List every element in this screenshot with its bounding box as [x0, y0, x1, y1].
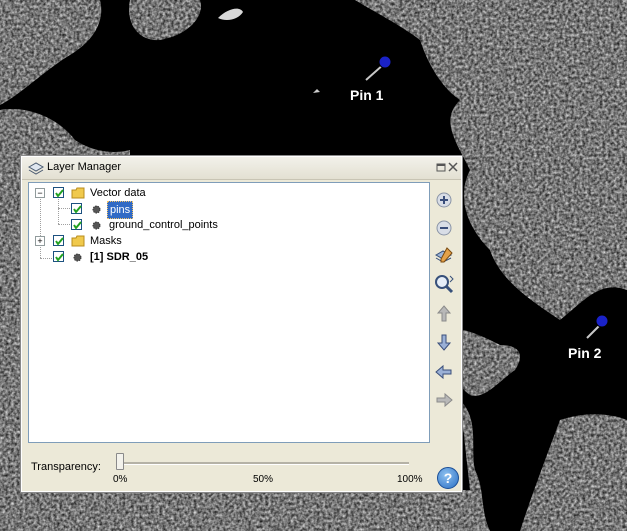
- arrow-left-icon[interactable]: [433, 361, 455, 383]
- pin-icon: [365, 55, 392, 81]
- remove-layer-icon[interactable]: [433, 217, 455, 239]
- raster-layer-icon: [73, 253, 82, 262]
- pin-1-label: Pin 1: [350, 87, 384, 103]
- layer-label: ground_control_points: [109, 219, 218, 231]
- layer-label: Vector data: [90, 187, 146, 199]
- folder-icon: [71, 235, 85, 247]
- collapse-icon[interactable]: −: [35, 188, 45, 198]
- tree-row-vector-data[interactable]: − Vector data: [29, 185, 427, 201]
- layer-editor-icon[interactable]: [433, 245, 455, 267]
- arrow-up-icon[interactable]: [433, 303, 455, 325]
- slider-tick-label: 0%: [113, 474, 128, 485]
- title-bar[interactable]: Layer Manager: [22, 157, 461, 180]
- folder-icon: [71, 187, 85, 199]
- layer-tree[interactable]: − Vector data pins ground_control_points…: [28, 182, 430, 443]
- close-icon[interactable]: [448, 162, 458, 172]
- layer-checkbox[interactable]: [71, 219, 82, 230]
- tree-row-sdr-05[interactable]: [1] SDR_05: [29, 249, 427, 265]
- pin-2-marker[interactable]: [583, 312, 615, 342]
- layer-checkbox[interactable]: [53, 235, 64, 246]
- zoom-to-layer-icon[interactable]: [433, 273, 455, 295]
- slider-tick-label: 100%: [397, 474, 423, 485]
- vector-layer-icon: [92, 205, 101, 214]
- transparency-slider-thumb[interactable]: [116, 453, 124, 470]
- pin-1-marker[interactable]: [362, 54, 394, 84]
- pin-2-label: Pin 2: [568, 345, 602, 361]
- float-window-icon[interactable]: [436, 162, 446, 172]
- transparency-slider-track[interactable]: [121, 462, 409, 465]
- layers-icon: [28, 162, 44, 175]
- help-button[interactable]: ?: [437, 467, 459, 489]
- arrow-right-icon[interactable]: [433, 389, 455, 411]
- expand-icon[interactable]: +: [35, 236, 45, 246]
- arrow-down-icon[interactable]: [433, 331, 455, 353]
- layer-label: Masks: [90, 235, 122, 247]
- add-layer-icon[interactable]: [433, 189, 455, 211]
- layer-manager-panel: Layer Manager − Vector data pins ground_…: [20, 155, 463, 493]
- window-title: Layer Manager: [47, 161, 121, 173]
- vector-layer-icon: [92, 221, 101, 230]
- tree-row-masks[interactable]: + Masks: [29, 233, 427, 249]
- transparency-label: Transparency:: [31, 461, 101, 473]
- pin-icon: [586, 314, 609, 339]
- slider-tick-label: 50%: [253, 474, 274, 485]
- tree-row-ground-control-points[interactable]: ground_control_points: [29, 217, 427, 233]
- layer-checkbox[interactable]: [53, 251, 64, 262]
- layer-checkbox[interactable]: [53, 187, 64, 198]
- tree-row-pins[interactable]: pins: [29, 201, 427, 219]
- layer-checkbox[interactable]: [71, 203, 82, 214]
- layer-label: [1] SDR_05: [90, 251, 149, 263]
